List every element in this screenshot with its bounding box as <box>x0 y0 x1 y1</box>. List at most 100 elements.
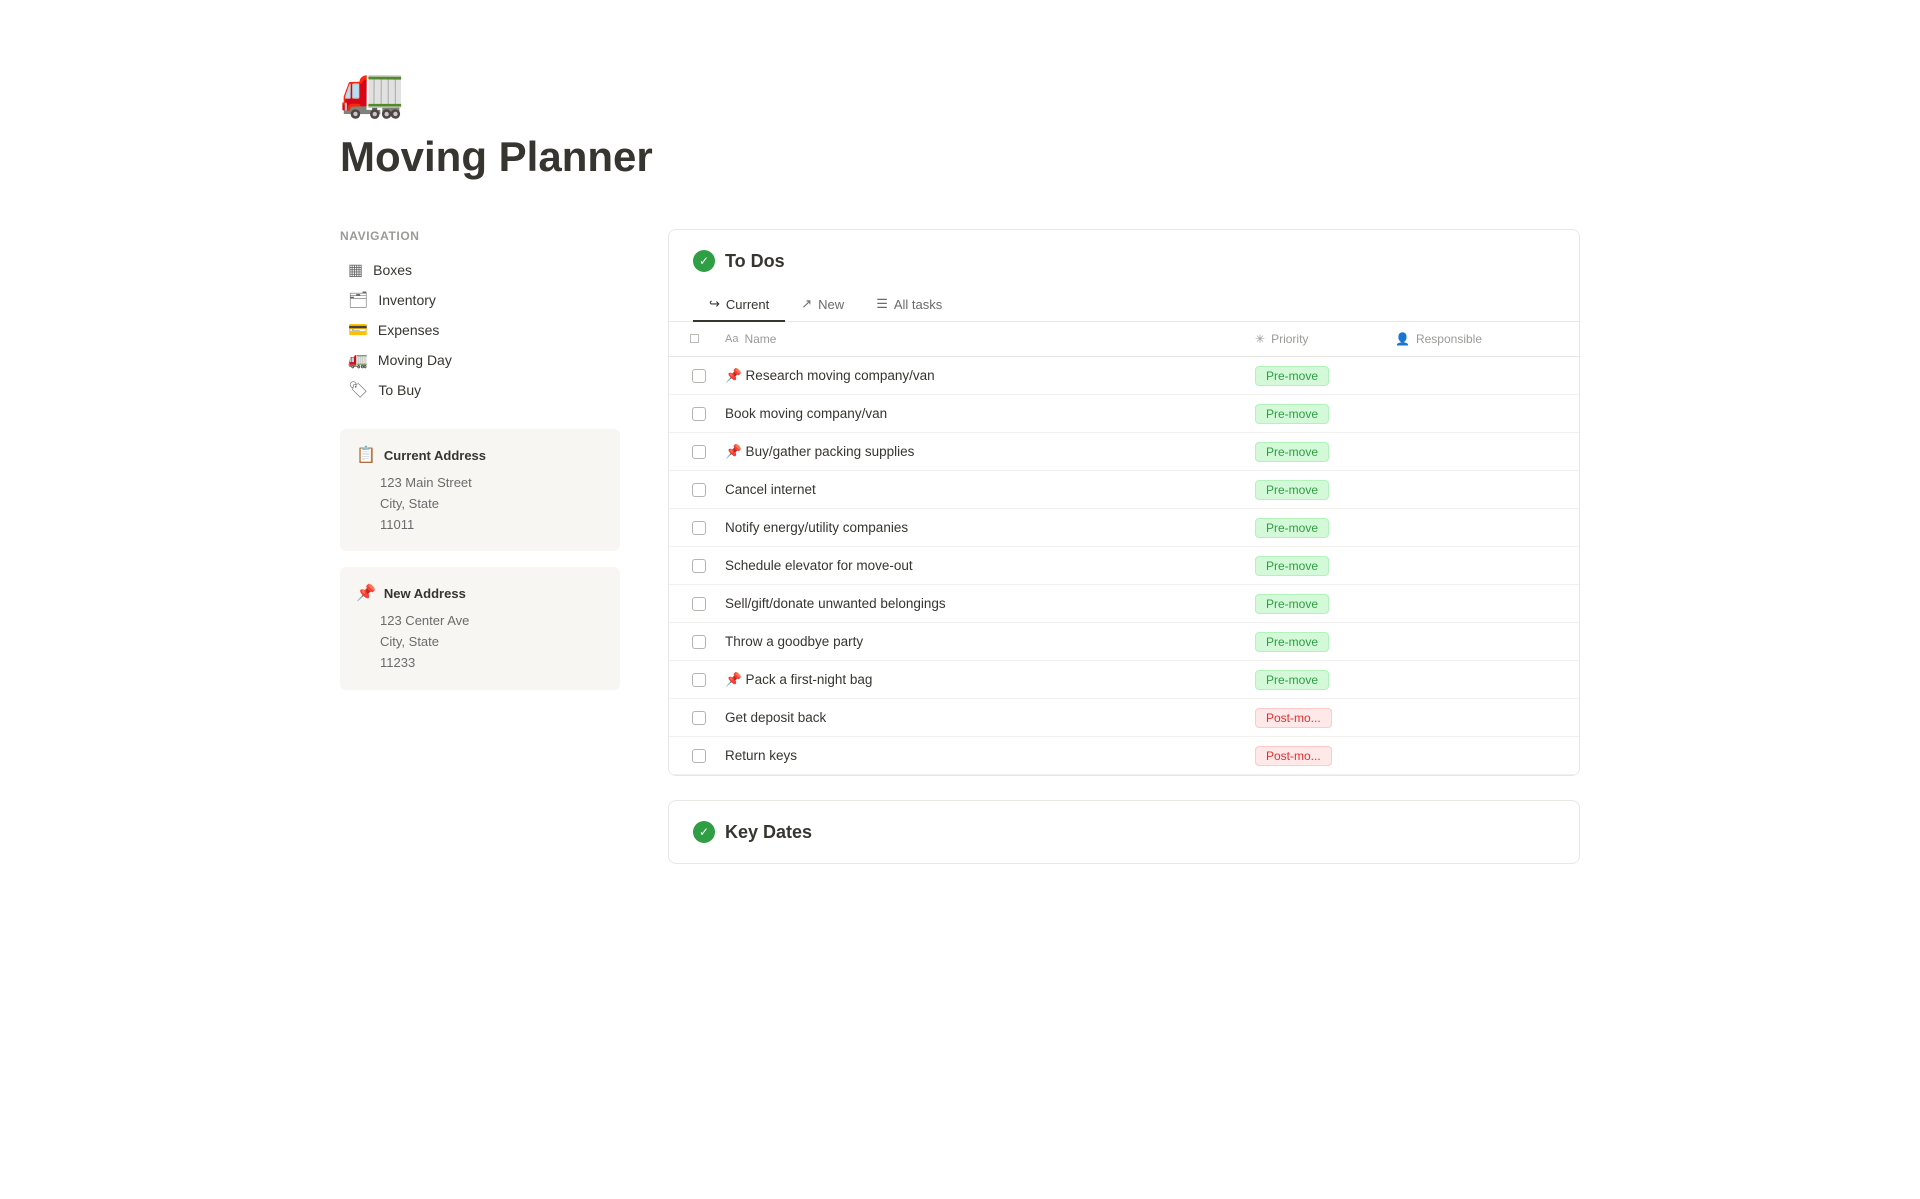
row-priority: Pre-move <box>1247 626 1387 658</box>
priority-badge: Post-mo... <box>1255 746 1332 766</box>
col-header-name: Aa Name <box>717 328 1247 350</box>
main-content: ✓ To Dos ↪ Current ↗ New ☰ All task <box>668 229 1580 888</box>
row-checkbox[interactable] <box>681 445 717 459</box>
priority-badge: Pre-move <box>1255 518 1329 538</box>
row-priority: Pre-move <box>1247 398 1387 430</box>
priority-badge: Pre-move <box>1255 404 1329 424</box>
row-checkbox[interactable] <box>681 711 717 725</box>
row-responsible <box>1387 408 1567 420</box>
row-responsible <box>1387 712 1567 724</box>
new-address-line3: 11233 <box>380 653 604 674</box>
priority-badge: Pre-move <box>1255 594 1329 614</box>
row-priority: Post-mo... <box>1247 702 1387 734</box>
priority-badge: Pre-move <box>1255 556 1329 576</box>
current-address-line3: 11011 <box>380 515 604 536</box>
page-title: Moving Planner <box>340 133 1580 181</box>
tab-new-label: New <box>818 297 844 312</box>
sidebar-item-to-buy[interactable]: 🏷 To Buy <box>340 375 620 405</box>
tab-new[interactable]: ↗ New <box>785 288 860 322</box>
row-name: Cancel internet <box>717 476 1247 503</box>
sidebar-item-expenses[interactable]: 💳 Expenses <box>340 315 620 345</box>
table-row: 📌 Pack a first-night bag Pre-move <box>669 661 1579 699</box>
sidebar-item-boxes[interactable]: ▦ Boxes <box>340 255 620 285</box>
table-header-row: ☐ Aa Name ✳ Priority 👤 Responsible <box>669 322 1579 357</box>
table-row: 📌 Buy/gather packing supplies Pre-move <box>669 433 1579 471</box>
row-checkbox[interactable] <box>681 483 717 497</box>
tab-current[interactable]: ↪ Current <box>693 288 785 322</box>
todos-check-icon: ✓ <box>693 250 715 272</box>
key-dates-check-icon: ✓ <box>693 821 715 843</box>
priority-badge: Pre-move <box>1255 442 1329 462</box>
current-address-icon: 📋 <box>356 445 376 465</box>
sidebar: Navigation ▦ Boxes 🗂 Inventory 💳 Expense… <box>340 229 620 706</box>
boxes-icon: ▦ <box>348 260 363 280</box>
row-checkbox[interactable] <box>681 521 717 535</box>
row-responsible <box>1387 522 1567 534</box>
row-checkbox[interactable] <box>681 597 717 611</box>
key-dates-title: Key Dates <box>725 822 812 843</box>
row-name: 📌 Buy/gather packing supplies <box>717 438 1247 466</box>
row-priority: Pre-move <box>1247 664 1387 696</box>
new-address-title: New Address <box>384 586 466 601</box>
row-checkbox[interactable] <box>681 559 717 573</box>
tab-current-icon: ↪ <box>709 296 720 312</box>
key-dates-section: ✓ Key Dates <box>668 800 1580 864</box>
row-checkbox[interactable] <box>681 635 717 649</box>
name-col-icon: Aa <box>725 333 738 345</box>
expenses-icon: 💳 <box>348 320 368 340</box>
priority-badge: Post-mo... <box>1255 708 1332 728</box>
tab-all-tasks-label: All tasks <box>894 297 942 312</box>
row-responsible <box>1387 674 1567 686</box>
sidebar-item-label: Inventory <box>378 292 436 308</box>
todos-section: ✓ To Dos ↪ Current ↗ New ☰ All task <box>668 229 1580 776</box>
table-row: Schedule elevator for move-out Pre-move <box>669 547 1579 585</box>
inventory-icon: 🗂 <box>348 290 368 310</box>
todos-table: ☐ Aa Name ✳ Priority 👤 Responsible <box>669 322 1579 775</box>
table-row: Book moving company/van Pre-move <box>669 395 1579 433</box>
moving-day-icon: 🚛 <box>348 350 368 370</box>
priority-badge: Pre-move <box>1255 480 1329 500</box>
new-address-card: 📌 New Address 123 Center Ave City, State… <box>340 567 620 689</box>
todos-title: To Dos <box>725 251 785 272</box>
new-address-line1: 123 Center Ave <box>380 611 604 632</box>
nav-heading: Navigation <box>340 229 620 243</box>
row-priority: Pre-move <box>1247 588 1387 620</box>
sidebar-item-label: Moving Day <box>378 352 452 368</box>
table-row: Get deposit back Post-mo... <box>669 699 1579 737</box>
responsible-col-icon: 👤 <box>1395 332 1410 346</box>
row-name: Book moving company/van <box>717 400 1247 427</box>
new-address-icon: 📌 <box>356 583 376 603</box>
todos-header: ✓ To Dos <box>669 230 1579 288</box>
row-name: Throw a goodbye party <box>717 628 1247 655</box>
row-priority: Pre-move <box>1247 512 1387 544</box>
table-row: Return keys Post-mo... <box>669 737 1579 775</box>
sidebar-item-inventory[interactable]: 🗂 Inventory <box>340 285 620 315</box>
priority-badge: Pre-move <box>1255 632 1329 652</box>
row-name: Get deposit back <box>717 704 1247 731</box>
priority-col-icon: ✳ <box>1255 332 1265 346</box>
table-row: Throw a goodbye party Pre-move <box>669 623 1579 661</box>
tab-new-icon: ↗ <box>801 296 812 312</box>
table-row: 📌 Research moving company/van Pre-move <box>669 357 1579 395</box>
tab-all-tasks-icon: ☰ <box>876 296 888 312</box>
current-address-card: 📋 Current Address 123 Main Street City, … <box>340 429 620 551</box>
row-checkbox[interactable] <box>681 673 717 687</box>
new-address-line2: City, State <box>380 632 604 653</box>
sidebar-item-label: Expenses <box>378 322 439 338</box>
row-priority: Pre-move <box>1247 550 1387 582</box>
row-checkbox[interactable] <box>681 749 717 763</box>
row-name: Notify energy/utility companies <box>717 514 1247 541</box>
priority-badge: Pre-move <box>1255 366 1329 386</box>
page-icon: 🚛 <box>340 60 1580 121</box>
row-name: Return keys <box>717 742 1247 769</box>
row-responsible <box>1387 446 1567 458</box>
nav-list: ▦ Boxes 🗂 Inventory 💳 Expenses 🚛 Moving … <box>340 255 620 405</box>
todos-tabs: ↪ Current ↗ New ☰ All tasks <box>669 288 1579 322</box>
row-checkbox[interactable] <box>681 407 717 421</box>
sidebar-item-label: Boxes <box>373 262 412 278</box>
row-name: Schedule elevator for move-out <box>717 552 1247 579</box>
tab-all-tasks[interactable]: ☰ All tasks <box>860 288 958 322</box>
sidebar-item-moving-day[interactable]: 🚛 Moving Day <box>340 345 620 375</box>
row-checkbox[interactable] <box>681 369 717 383</box>
row-priority: Pre-move <box>1247 474 1387 506</box>
